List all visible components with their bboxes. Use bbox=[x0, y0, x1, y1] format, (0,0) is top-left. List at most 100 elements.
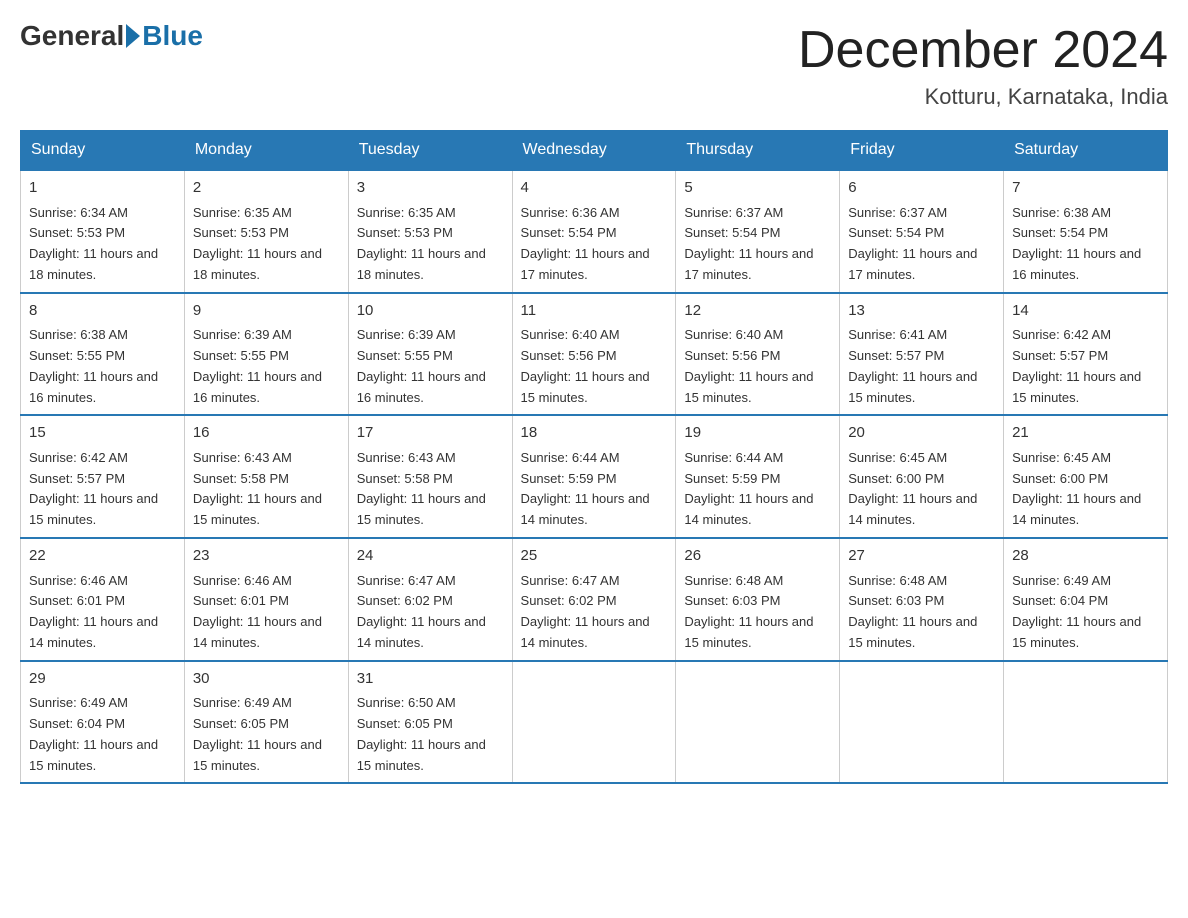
day-number: 11 bbox=[521, 300, 668, 323]
day-info: Sunrise: 6:47 AMSunset: 6:02 PMDaylight:… bbox=[521, 573, 650, 650]
day-info: Sunrise: 6:48 AMSunset: 6:03 PMDaylight:… bbox=[848, 573, 977, 650]
day-number: 1 bbox=[29, 177, 176, 200]
day-number: 12 bbox=[684, 300, 831, 323]
day-number: 17 bbox=[357, 422, 504, 445]
calendar-day-cell bbox=[1004, 661, 1168, 784]
calendar-week-row: 8 Sunrise: 6:38 AMSunset: 5:55 PMDayligh… bbox=[21, 293, 1168, 416]
day-number: 16 bbox=[193, 422, 340, 445]
logo-arrow-icon bbox=[126, 24, 140, 48]
calendar-day-cell: 15 Sunrise: 6:42 AMSunset: 5:57 PMDaylig… bbox=[21, 415, 185, 538]
day-number: 6 bbox=[848, 177, 995, 200]
calendar-day-cell: 2 Sunrise: 6:35 AMSunset: 5:53 PMDayligh… bbox=[184, 170, 348, 293]
calendar-day-cell: 9 Sunrise: 6:39 AMSunset: 5:55 PMDayligh… bbox=[184, 293, 348, 416]
day-number: 23 bbox=[193, 545, 340, 568]
day-info: Sunrise: 6:40 AMSunset: 5:56 PMDaylight:… bbox=[521, 327, 650, 404]
calendar-day-cell: 3 Sunrise: 6:35 AMSunset: 5:53 PMDayligh… bbox=[348, 170, 512, 293]
month-title: December 2024 bbox=[798, 20, 1168, 80]
logo-general-text: General bbox=[20, 20, 124, 52]
day-info: Sunrise: 6:34 AMSunset: 5:53 PMDaylight:… bbox=[29, 205, 158, 282]
day-info: Sunrise: 6:42 AMSunset: 5:57 PMDaylight:… bbox=[1012, 327, 1141, 404]
day-info: Sunrise: 6:47 AMSunset: 6:02 PMDaylight:… bbox=[357, 573, 486, 650]
day-info: Sunrise: 6:45 AMSunset: 6:00 PMDaylight:… bbox=[848, 450, 977, 527]
calendar-day-cell: 4 Sunrise: 6:36 AMSunset: 5:54 PMDayligh… bbox=[512, 170, 676, 293]
calendar-day-cell: 18 Sunrise: 6:44 AMSunset: 5:59 PMDaylig… bbox=[512, 415, 676, 538]
day-number: 2 bbox=[193, 177, 340, 200]
day-info: Sunrise: 6:43 AMSunset: 5:58 PMDaylight:… bbox=[357, 450, 486, 527]
calendar-table: Sunday Monday Tuesday Wednesday Thursday… bbox=[20, 130, 1168, 784]
weekday-header-row: Sunday Monday Tuesday Wednesday Thursday… bbox=[21, 131, 1168, 171]
day-info: Sunrise: 6:49 AMSunset: 6:04 PMDaylight:… bbox=[29, 695, 158, 772]
calendar-day-cell: 27 Sunrise: 6:48 AMSunset: 6:03 PMDaylig… bbox=[840, 538, 1004, 661]
calendar-day-cell: 17 Sunrise: 6:43 AMSunset: 5:58 PMDaylig… bbox=[348, 415, 512, 538]
day-number: 28 bbox=[1012, 545, 1159, 568]
calendar-week-row: 22 Sunrise: 6:46 AMSunset: 6:01 PMDaylig… bbox=[21, 538, 1168, 661]
day-number: 25 bbox=[521, 545, 668, 568]
day-info: Sunrise: 6:46 AMSunset: 6:01 PMDaylight:… bbox=[193, 573, 322, 650]
header-tuesday: Tuesday bbox=[348, 131, 512, 171]
calendar-day-cell: 16 Sunrise: 6:43 AMSunset: 5:58 PMDaylig… bbox=[184, 415, 348, 538]
day-number: 8 bbox=[29, 300, 176, 323]
calendar-day-cell: 1 Sunrise: 6:34 AMSunset: 5:53 PMDayligh… bbox=[21, 170, 185, 293]
day-info: Sunrise: 6:40 AMSunset: 5:56 PMDaylight:… bbox=[684, 327, 813, 404]
day-number: 24 bbox=[357, 545, 504, 568]
day-number: 19 bbox=[684, 422, 831, 445]
day-info: Sunrise: 6:38 AMSunset: 5:54 PMDaylight:… bbox=[1012, 205, 1141, 282]
day-number: 9 bbox=[193, 300, 340, 323]
calendar-day-cell: 14 Sunrise: 6:42 AMSunset: 5:57 PMDaylig… bbox=[1004, 293, 1168, 416]
day-info: Sunrise: 6:44 AMSunset: 5:59 PMDaylight:… bbox=[684, 450, 813, 527]
day-info: Sunrise: 6:42 AMSunset: 5:57 PMDaylight:… bbox=[29, 450, 158, 527]
day-info: Sunrise: 6:50 AMSunset: 6:05 PMDaylight:… bbox=[357, 695, 486, 772]
day-number: 10 bbox=[357, 300, 504, 323]
calendar-day-cell bbox=[840, 661, 1004, 784]
day-number: 5 bbox=[684, 177, 831, 200]
calendar-week-row: 1 Sunrise: 6:34 AMSunset: 5:53 PMDayligh… bbox=[21, 170, 1168, 293]
calendar-day-cell bbox=[512, 661, 676, 784]
calendar-day-cell: 7 Sunrise: 6:38 AMSunset: 5:54 PMDayligh… bbox=[1004, 170, 1168, 293]
calendar-day-cell: 28 Sunrise: 6:49 AMSunset: 6:04 PMDaylig… bbox=[1004, 538, 1168, 661]
day-info: Sunrise: 6:36 AMSunset: 5:54 PMDaylight:… bbox=[521, 205, 650, 282]
day-info: Sunrise: 6:35 AMSunset: 5:53 PMDaylight:… bbox=[193, 205, 322, 282]
day-number: 30 bbox=[193, 668, 340, 691]
day-number: 14 bbox=[1012, 300, 1159, 323]
day-number: 21 bbox=[1012, 422, 1159, 445]
day-info: Sunrise: 6:49 AMSunset: 6:05 PMDaylight:… bbox=[193, 695, 322, 772]
calendar-day-cell: 13 Sunrise: 6:41 AMSunset: 5:57 PMDaylig… bbox=[840, 293, 1004, 416]
day-info: Sunrise: 6:39 AMSunset: 5:55 PMDaylight:… bbox=[357, 327, 486, 404]
day-info: Sunrise: 6:43 AMSunset: 5:58 PMDaylight:… bbox=[193, 450, 322, 527]
header-sunday: Sunday bbox=[21, 131, 185, 171]
day-number: 15 bbox=[29, 422, 176, 445]
day-info: Sunrise: 6:37 AMSunset: 5:54 PMDaylight:… bbox=[684, 205, 813, 282]
day-info: Sunrise: 6:41 AMSunset: 5:57 PMDaylight:… bbox=[848, 327, 977, 404]
page-header: General Blue December 2024 Kotturu, Karn… bbox=[20, 20, 1168, 110]
day-info: Sunrise: 6:35 AMSunset: 5:53 PMDaylight:… bbox=[357, 205, 486, 282]
calendar-day-cell: 25 Sunrise: 6:47 AMSunset: 6:02 PMDaylig… bbox=[512, 538, 676, 661]
calendar-day-cell: 8 Sunrise: 6:38 AMSunset: 5:55 PMDayligh… bbox=[21, 293, 185, 416]
calendar-day-cell: 23 Sunrise: 6:46 AMSunset: 6:01 PMDaylig… bbox=[184, 538, 348, 661]
day-info: Sunrise: 6:39 AMSunset: 5:55 PMDaylight:… bbox=[193, 327, 322, 404]
day-number: 26 bbox=[684, 545, 831, 568]
calendar-day-cell: 19 Sunrise: 6:44 AMSunset: 5:59 PMDaylig… bbox=[676, 415, 840, 538]
calendar-week-row: 29 Sunrise: 6:49 AMSunset: 6:04 PMDaylig… bbox=[21, 661, 1168, 784]
calendar-week-row: 15 Sunrise: 6:42 AMSunset: 5:57 PMDaylig… bbox=[21, 415, 1168, 538]
day-number: 31 bbox=[357, 668, 504, 691]
day-number: 20 bbox=[848, 422, 995, 445]
calendar-day-cell: 31 Sunrise: 6:50 AMSunset: 6:05 PMDaylig… bbox=[348, 661, 512, 784]
day-number: 3 bbox=[357, 177, 504, 200]
calendar-day-cell: 12 Sunrise: 6:40 AMSunset: 5:56 PMDaylig… bbox=[676, 293, 840, 416]
day-number: 29 bbox=[29, 668, 176, 691]
header-saturday: Saturday bbox=[1004, 131, 1168, 171]
day-number: 7 bbox=[1012, 177, 1159, 200]
calendar-day-cell: 6 Sunrise: 6:37 AMSunset: 5:54 PMDayligh… bbox=[840, 170, 1004, 293]
header-thursday: Thursday bbox=[676, 131, 840, 171]
day-number: 22 bbox=[29, 545, 176, 568]
day-info: Sunrise: 6:44 AMSunset: 5:59 PMDaylight:… bbox=[521, 450, 650, 527]
calendar-day-cell: 22 Sunrise: 6:46 AMSunset: 6:01 PMDaylig… bbox=[21, 538, 185, 661]
day-number: 27 bbox=[848, 545, 995, 568]
day-info: Sunrise: 6:38 AMSunset: 5:55 PMDaylight:… bbox=[29, 327, 158, 404]
day-info: Sunrise: 6:49 AMSunset: 6:04 PMDaylight:… bbox=[1012, 573, 1141, 650]
logo: General Blue bbox=[20, 20, 203, 52]
calendar-day-cell: 26 Sunrise: 6:48 AMSunset: 6:03 PMDaylig… bbox=[676, 538, 840, 661]
day-info: Sunrise: 6:48 AMSunset: 6:03 PMDaylight:… bbox=[684, 573, 813, 650]
header-friday: Friday bbox=[840, 131, 1004, 171]
header-monday: Monday bbox=[184, 131, 348, 171]
